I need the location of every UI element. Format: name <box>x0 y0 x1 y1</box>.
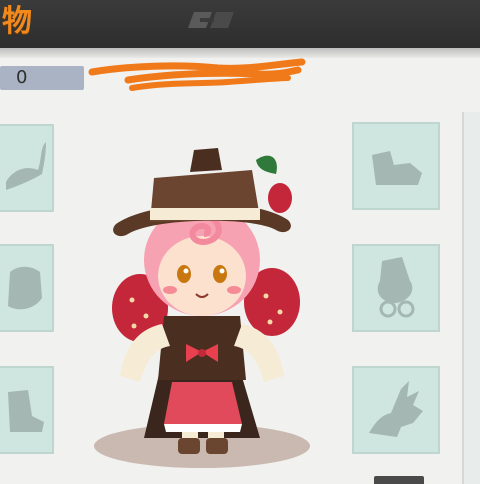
dragon-head-silhouette-icon <box>369 381 423 437</box>
equip-slot-accessory[interactable] <box>352 244 440 332</box>
redaction-scribble <box>88 58 306 91</box>
hat-glasses-silhouette-icon <box>377 257 415 318</box>
page-title: 物 <box>2 4 32 39</box>
boots-silhouette-icon <box>372 151 422 185</box>
equip-slot-mount[interactable] <box>352 366 440 454</box>
top-bar: 物 <box>0 0 480 48</box>
armor-silhouette-icon <box>8 266 42 310</box>
character-avatar[interactable] <box>90 120 320 484</box>
boots-silhouette-icon <box>8 390 44 432</box>
feather-hat-silhouette-icon <box>6 142 46 190</box>
equip-slot-shoes[interactable] <box>352 122 440 210</box>
side-panel-edge <box>462 112 480 484</box>
tab-decoration-icon <box>188 12 234 28</box>
currency-counter: 0 <box>0 66 84 90</box>
bottom-tab-handle[interactable] <box>374 476 424 484</box>
equip-slot-head[interactable] <box>0 124 54 212</box>
equip-slot-feet[interactable] <box>0 366 54 454</box>
equip-slot-body[interactable] <box>0 244 54 332</box>
